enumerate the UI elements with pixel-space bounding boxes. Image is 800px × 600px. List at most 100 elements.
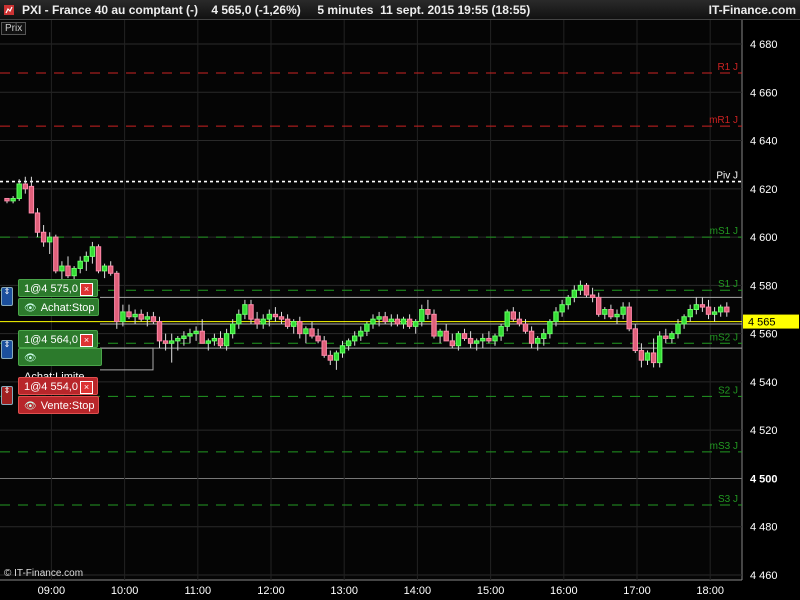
candle-up (565, 296, 571, 306)
order-price: 1@4 575,0 (24, 283, 78, 295)
pivot-label: S2 J (718, 385, 738, 396)
order-action-button[interactable]: 👁 Achat:Stop (18, 298, 99, 316)
order-handle-icon[interactable]: ⇕ (1, 386, 13, 405)
candle-up (559, 304, 565, 313)
chart-title: PXI - France 40 au comptant (-) 4 565,0 … (22, 3, 531, 17)
candle-down (626, 306, 632, 330)
candle-up (687, 309, 693, 318)
order-action: Vente:Stop (40, 400, 95, 412)
candlestick-chart[interactable]: 4 460 4 480 4 500 4 520 4 540 4 560 4 580 4 600… (0, 20, 800, 600)
candle-down (467, 337, 474, 344)
candle-down (217, 337, 224, 347)
candle-up (644, 352, 651, 361)
pivot-label: Piv J (716, 171, 738, 182)
candle-up (47, 236, 53, 243)
candle-up (388, 318, 395, 323)
candle-up (364, 323, 370, 332)
candle-up (260, 318, 266, 325)
candle-up (669, 333, 675, 339)
candle-down (28, 185, 35, 214)
candle-down (510, 311, 517, 320)
x-tick-label: 17:00 (623, 585, 651, 597)
pivot-label: R1 J (717, 62, 738, 73)
candle-down (382, 316, 388, 323)
order-price: 1@4 554,0 (24, 381, 78, 393)
candle-down (297, 321, 303, 335)
cancel-order-icon[interactable]: × (80, 334, 93, 347)
candle-down (522, 323, 529, 332)
order-handle-icon[interactable]: ⇕ (1, 287, 13, 306)
candle-up (413, 321, 419, 327)
candle-up (132, 313, 138, 318)
order-action-button[interactable]: 👁 Vente:Stop (18, 396, 99, 414)
candle-down (199, 330, 205, 344)
title-bar: PXI - France 40 au comptant (-) 4 565,0 … (0, 0, 800, 20)
cancel-order-icon[interactable]: × (80, 381, 93, 394)
order-action: Achat:Stop (40, 302, 95, 314)
candle-down (327, 354, 334, 361)
order-action-button[interactable]: 👁Achat:Limite (18, 348, 102, 383)
candle-down (40, 231, 47, 243)
x-tick-label: 14:00 (404, 585, 432, 597)
y-tick-label: 4 520 (750, 425, 778, 437)
candle-up (230, 323, 236, 335)
candle-up (504, 311, 510, 327)
x-tick-label: 15:00 (477, 585, 505, 597)
chart-icon (4, 5, 14, 15)
candle-down (156, 321, 163, 342)
candle-down (394, 318, 401, 325)
order-price: 1@4 564,0 (24, 334, 78, 346)
order-price-tag[interactable]: 1@4 554,0 × (18, 377, 98, 395)
candle-up (187, 333, 193, 337)
candle-down (272, 313, 279, 318)
candle-up (345, 340, 352, 347)
candle-up (675, 323, 681, 335)
cancel-order-icon[interactable]: × (80, 283, 93, 296)
candle-up (77, 260, 83, 269)
candle-up (181, 335, 187, 339)
order-price-tag[interactable]: 1@4 575,0 × (18, 279, 98, 297)
candle-down (608, 309, 614, 318)
y-tick-label: 4 640 (750, 136, 778, 148)
candle-up (193, 330, 199, 335)
y-tick-label: 4 500 (750, 473, 778, 485)
candle-down (315, 335, 321, 342)
order-handle-icon[interactable]: ⇕ (1, 340, 13, 359)
eye-icon: 👁 (24, 353, 37, 364)
candle-down (150, 316, 157, 323)
price-axis (742, 20, 800, 600)
candle-down (705, 306, 712, 315)
plot-area (0, 20, 742, 580)
candle-down (425, 309, 431, 315)
y-tick-label: 4 540 (750, 377, 778, 389)
candle-down (406, 318, 413, 327)
candle-down (309, 328, 315, 337)
eye-icon: 👁 (24, 303, 37, 314)
candle-up (553, 311, 559, 323)
order-price-tag[interactable]: 1@4 564,0 × (18, 330, 98, 348)
candle-down (516, 318, 523, 325)
candle-up (266, 313, 273, 320)
candle-up (419, 309, 425, 323)
candle-up (614, 313, 620, 318)
y-tick-label: 4 480 (750, 522, 778, 534)
eye-icon: 👁 (24, 401, 37, 412)
candle-down (724, 306, 730, 313)
candle-up (10, 197, 16, 202)
candle-down (278, 316, 285, 320)
candle-up (535, 337, 541, 344)
current-price-label: 4 565 (748, 317, 776, 329)
y-tick-label: 4 560 (750, 329, 778, 341)
candle-up (718, 306, 724, 313)
x-tick-label: 13:00 (330, 585, 358, 597)
candle-up (376, 316, 382, 320)
candle-up (333, 352, 340, 361)
candle-up (205, 340, 212, 344)
pivot-label: S3 J (718, 494, 738, 505)
candle-up (547, 321, 553, 335)
candle-down (138, 313, 144, 320)
x-tick-label: 16:00 (550, 585, 578, 597)
y-tick-label: 4 620 (750, 184, 778, 196)
candle-up (211, 337, 218, 342)
candle-up (175, 337, 181, 342)
